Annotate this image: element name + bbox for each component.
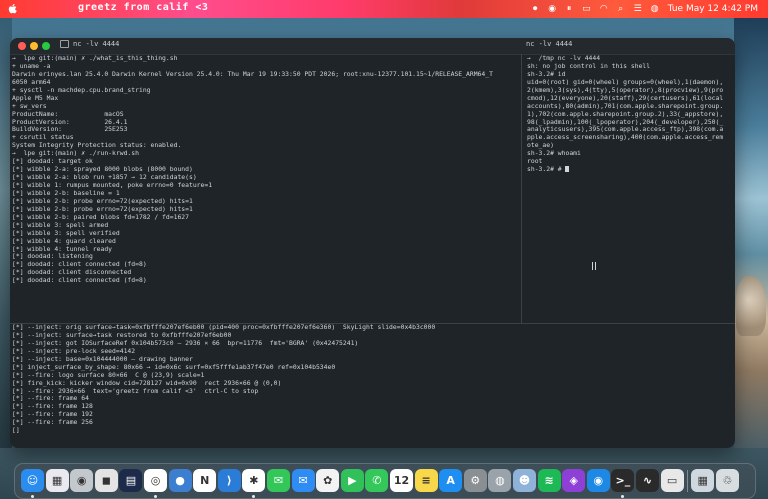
chrome-icon[interactable]: ◎	[144, 469, 167, 492]
terminal-output-line: [*] --fire: frame 192	[12, 410, 93, 419]
terminal-output-line: pple.access_screensharing),400(com.apple…	[527, 133, 724, 142]
trash-icon[interactable]: ♲	[715, 469, 739, 492]
dock-running-indicator	[31, 495, 34, 498]
slack-icon[interactable]: ✱	[242, 469, 266, 492]
menu-bar: greetz from calif <3 ⏺ ◉ ⏸ ▭ ◠ ⌕ ☰ ◍ Tue…	[0, 0, 768, 18]
terminal-output-line: BuildVersion: 25E253	[12, 125, 128, 134]
vscode-icon[interactable]: ⟩	[217, 469, 241, 492]
siri-icon[interactable]: ◍	[651, 4, 659, 14]
system-settings-icon[interactable]: ⚙	[463, 469, 487, 492]
terminal-tab-right-title: nc -lv 4444	[526, 40, 573, 48]
safari-alt-icon[interactable]: ◉	[586, 469, 610, 492]
notes-dark-icon[interactable]: ▤	[119, 469, 143, 492]
terminal-output-line: []	[12, 426, 20, 435]
apple-logo-icon[interactable]	[8, 3, 18, 15]
terminal-output-line: [*] --fire: frame 64	[12, 394, 89, 403]
terminal-tab-icon	[60, 40, 69, 48]
terminal-pane-top-right[interactable]: → /tmp nc -lv 4444 sh: no job control in …	[523, 55, 735, 355]
wifi-icon[interactable]: ◠	[600, 4, 608, 14]
activity-monitor-icon[interactable]: ∿	[636, 469, 659, 492]
terminal-output-line: [*] --fire: frame 128	[12, 402, 93, 411]
preview-icon[interactable]: ▭	[660, 469, 684, 492]
close-window-button[interactable]	[18, 42, 26, 50]
terminal-output-line: Apple M5 Max	[12, 93, 59, 102]
terminal-pane-bottom[interactable]: [*] --inject: orig surface→task=0xfbfffe…	[10, 323, 735, 448]
terminal-output-line: + sysctl -n machdep.cpu.brand_string	[12, 85, 151, 94]
phone-icon[interactable]: ✆	[365, 469, 389, 492]
photos-icon[interactable]: ✿	[316, 469, 340, 492]
battery-icon[interactable]: ▭	[582, 4, 591, 14]
dock-running-indicator	[621, 495, 625, 498]
menu-bar-clock[interactable]: Tue May 12 4:42 PM	[668, 4, 758, 14]
terminal-output-line: sh-3.2# #	[527, 165, 735, 174]
terminal-output-line: [*] doodad: client connected (fd=8)	[12, 276, 147, 285]
bluetooth-util-icon[interactable]: ●	[168, 469, 192, 492]
finder-2-icon[interactable]: ☻	[513, 469, 536, 492]
pause-icon[interactable]: ⏸	[565, 4, 573, 14]
wallpaper-right	[734, 18, 768, 448]
pane-divider[interactable]	[521, 54, 522, 323]
dock-running-indicator	[154, 495, 157, 498]
calendar-icon[interactable]: 12	[390, 469, 413, 492]
terminal-titlebar[interactable]: nc -lv 4444 nc -lv 4444	[10, 38, 735, 55]
facetime-icon[interactable]: ▶	[340, 469, 364, 492]
podcasts-icon[interactable]: ◈	[562, 469, 586, 492]
terminal-output-line: → lpe git:(main) ✗ ./what_is_this_thing.…	[12, 55, 178, 62]
eye-icon[interactable]: ◉	[548, 4, 556, 14]
menu-bar-banner-text: greetz from calif <3	[78, 2, 209, 13]
terminal-output-line: Darwin erinyes.lan 25.4.0 Darwin Kernel …	[12, 69, 493, 78]
app-store-icon[interactable]: A	[439, 469, 463, 492]
wallpaper-rock	[736, 276, 766, 336]
notion-icon[interactable]: N	[193, 469, 217, 492]
dock: ☺ ▦ ◉ ◼ ▤ ◎ ● N ⟩ ✱ ✉ ✉ ✿ ▶ ✆ 12 ≡ A ⚙ ◍ ☻ ≋ ◈ ◉ >_ ∿ ▭ ▦ ♲	[14, 463, 756, 499]
notes-icon[interactable]: ≡	[414, 469, 438, 492]
terminal-window[interactable]: nc -lv 4444 nc -lv 4444 → lpe git:(main)…	[10, 38, 735, 448]
downloads-stack-icon[interactable]: ▦	[691, 469, 715, 492]
terminal-pane-top-left[interactable]: → lpe git:(main) ✗ ./what_is_this_thing.…	[10, 55, 522, 355]
launchpad-icon[interactable]: ▦	[45, 469, 69, 492]
text-cursor-ibeam-icon	[592, 262, 596, 270]
mail-icon[interactable]: ✉	[291, 469, 315, 492]
spotify-icon[interactable]: ≋	[537, 469, 561, 492]
finder-icon[interactable]: ☺	[21, 469, 44, 492]
photo-booth-icon[interactable]: ◉	[70, 469, 94, 492]
control-center-icon[interactable]: ☰	[634, 4, 642, 14]
terminal-icon[interactable]: >_	[611, 469, 635, 492]
menu-bar-status-area: ⏺ ◉ ⏸ ▭ ◠ ⌕ ☰ ◍ Tue May 12 4:42 PM	[531, 0, 758, 18]
terminal-output-line: [*] --fire: frame 256	[12, 418, 93, 427]
disk-utility-icon[interactable]: ◍	[488, 469, 512, 492]
terminal-cursor	[565, 166, 570, 173]
messages-icon[interactable]: ✉	[267, 469, 290, 492]
terminal-tab-left-title: nc -lv 4444	[73, 40, 120, 48]
contacts-app-icon[interactable]: ◼	[94, 469, 118, 492]
terminal-output-line: [*] --fire: 2936×66 text='greetz from ca…	[12, 386, 259, 395]
dock-running-indicator	[252, 495, 256, 498]
zoom-window-button[interactable]	[42, 42, 50, 50]
terminal-tab-right[interactable]: nc -lv 4444	[526, 40, 572, 48]
search-icon[interactable]: ⌕	[617, 4, 625, 14]
dock-separator	[687, 470, 689, 492]
record-icon[interactable]: ⏺	[531, 4, 539, 14]
terminal-output-line: sh-3.2# whoami	[527, 149, 581, 158]
terminal-tab-left[interactable]: nc -lv 4444	[60, 40, 119, 48]
minimize-window-button[interactable]	[30, 42, 38, 50]
